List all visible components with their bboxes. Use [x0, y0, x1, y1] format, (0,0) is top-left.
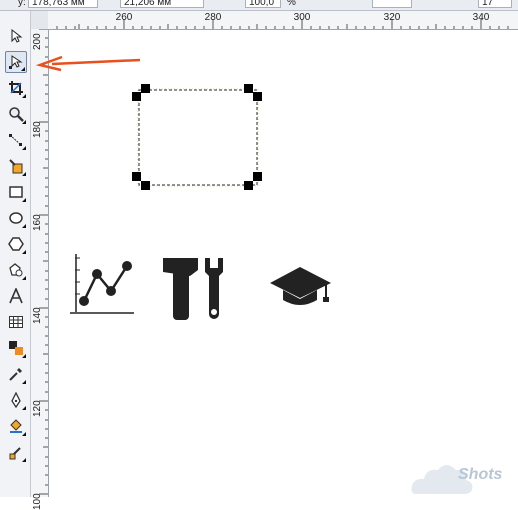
node-handle-bottom-right-2: [253, 172, 262, 181]
node-handle-bottom-left-2: [141, 181, 150, 190]
node-handle-bottom-right: [244, 181, 253, 190]
tools-icon[interactable]: [163, 258, 223, 320]
canvas-overlay: [35, 55, 331, 320]
selected-rectangle[interactable]: [137, 88, 259, 187]
graduation-cap-icon[interactable]: [270, 267, 331, 305]
chart-icon[interactable]: [70, 254, 134, 314]
node-handle-top-right-2: [253, 92, 262, 101]
node-handle-top-right: [244, 84, 253, 93]
node-handle-top-left: [132, 92, 141, 101]
node-handle-top-left-2: [141, 84, 150, 93]
annotation-arrow: [35, 55, 141, 72]
node-handles[interactable]: [132, 84, 262, 190]
node-handle-bottom-left: [132, 172, 141, 181]
watermark-text: Shots: [458, 466, 503, 483]
